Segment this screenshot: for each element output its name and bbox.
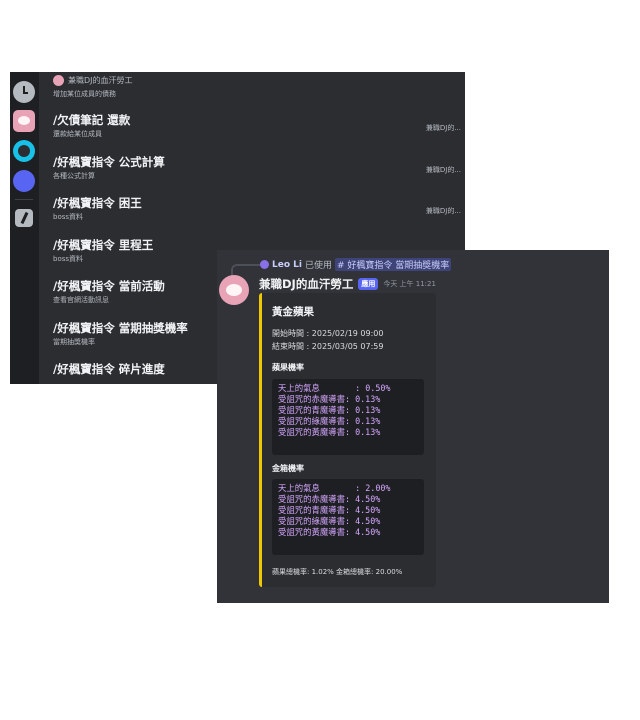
code-line: 受詛咒的赤魔導書: 0.13% [278,394,381,404]
command-name: /好楓寶指令 困王 [53,196,142,210]
command-description: 查看官網活動訊息 [53,296,109,304]
start-time: 開始時間 : 2025/02/19 09:00 [272,329,384,338]
code-block: 天上的氣息 : 0.50% 受詛咒的赤魔導書: 0.13% 受詛咒的青魔導書: … [272,379,424,455]
command-description: 還款給某位成員 [53,130,102,138]
command-source: 兼職DJ的... [425,124,461,132]
slash-command-icon[interactable] [15,209,33,227]
embed-card: 黃金蘋果 開始時間 : 2025/02/19 09:00 結束時間 : 2025… [259,293,436,587]
embed-field-name: 蘋果機率 [272,363,304,372]
message-header: 兼職DJ的血汗勞工 應用 今天 上午 11:21 [259,276,436,292]
code-line: 受詛咒的綠魔導書: 4.50% [278,516,381,526]
app-circle-icon[interactable] [13,170,35,192]
code-line: 天上的氣息 : 2.00% [278,483,391,493]
command-name: /好楓寶指令 碎片進度 [53,362,165,376]
app-icon[interactable] [13,140,35,162]
code-line: 受詛咒的黃魔導書: 4.50% [278,527,381,537]
end-time: 結束時間 : 2025/03/05 07:59 [272,342,384,351]
command-item-top[interactable]: 兼職DJ的血汗勞工 增加某位成員的債務 [53,72,465,102]
command-item[interactable]: /好楓寶指令 公式計算 各種公式計算 兼職DJ的... [53,144,465,186]
code-line: 天上的氣息 : 0.50% [278,383,391,393]
embed-footer: 蘋果總機率: 1.02% 金箱總機率: 20.00% [272,568,403,576]
bot-avatar-icon[interactable] [13,110,35,132]
author-name[interactable]: 兼職DJ的血汗勞工 [259,276,353,292]
message-panel: Leo Li 已使用 # 好楓寶指令 當期抽獎機率 兼職DJ的血汗勞工 應用 今… [217,250,609,603]
command-description: 當期抽獎機率 [53,337,95,346]
code-line: 受詛咒的青魔導書: 0.13% [278,405,381,415]
command-name: /好楓寶指令 當期抽獎機率 [53,320,188,335]
code-line: 受詛咒的青魔導書: 4.50% [278,505,381,515]
command-description: boss資料 [53,213,84,221]
command-source-rail [10,72,39,384]
code-line: 受詛咒的黃魔導書: 0.13% [278,427,381,437]
command-name: /好楓寶指令 里程王 [53,237,154,252]
bot-avatar-icon [53,74,64,86]
command-description: 各種公式計算 [53,171,95,180]
command-description: boss資料 [53,254,84,263]
command-source: 兼職DJ的... [425,165,461,174]
message-timestamp: 今天 上午 11:21 [383,280,436,288]
embed-title: 黃金蘋果 [272,306,314,318]
embed-field-name: 金箱機率 [272,464,304,473]
rail-divider [15,199,33,200]
command-source: 兼職DJ的... [425,207,461,215]
clock-icon[interactable] [13,81,35,103]
command-item[interactable]: /好楓寶指令 困王 boss資料 兼職DJ的... [53,185,465,227]
command-name: /欠債筆記 還款 [53,113,131,127]
user-avatar-icon[interactable] [260,260,269,269]
app-badge: 應用 [358,278,379,290]
command-description: 增加某位成員的債務 [53,90,116,98]
interaction-reply-header[interactable]: Leo Li 已使用 # 好楓寶指令 當期抽獎機率 [260,258,452,271]
command-name: /好楓寶指令 當前活動 [53,279,165,293]
reply-username[interactable]: Leo Li [272,260,302,270]
code-block: 天上的氣息 : 2.00% 受詛咒的赤魔導書: 4.50% 受詛咒的青魔導書: … [272,479,424,555]
reply-action-text: 已使用 [304,261,332,271]
command-name: /好楓寶指令 公式計算 [53,154,165,169]
bot-avatar[interactable] [219,275,249,305]
bot-name: 兼職DJ的血汗勞工 [68,75,133,85]
code-line: 受詛咒的赤魔導書: 4.50% [278,494,381,504]
command-item[interactable]: /欠債筆記 還款 還款給某位成員 兼職DJ的... [53,102,465,144]
command-mention[interactable]: # 好楓寶指令 當期抽獎機率 [335,258,452,271]
code-line: 受詛咒的綠魔導書: 0.13% [278,416,381,426]
